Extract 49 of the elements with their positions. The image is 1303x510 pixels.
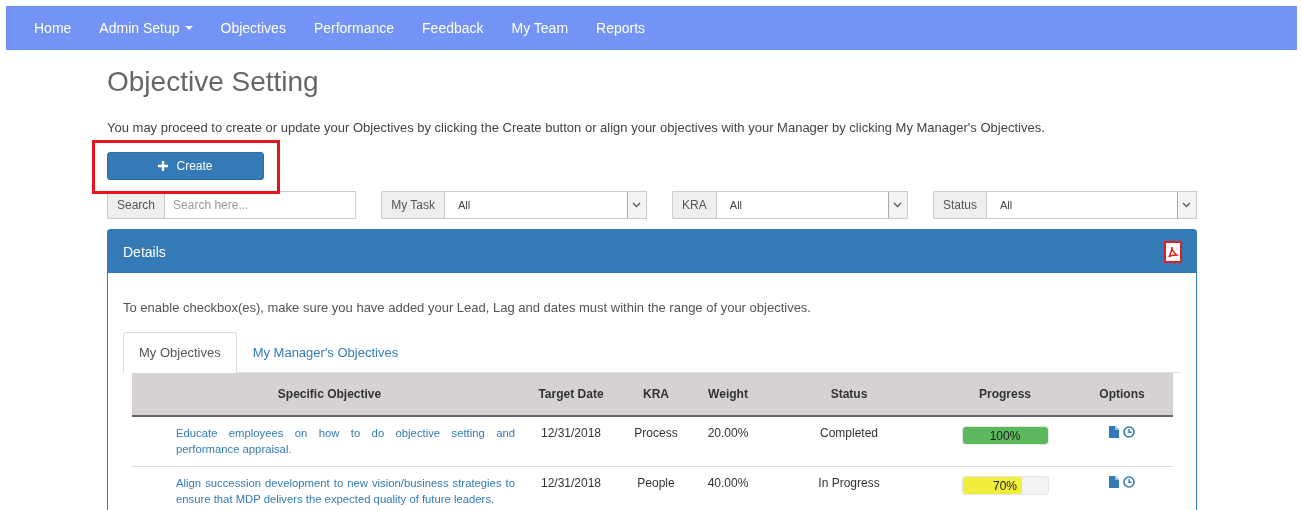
table-cell: 20.00% [697, 416, 759, 467]
table-cell: In Progress [759, 466, 939, 510]
document-icon[interactable] [1109, 476, 1119, 488]
panel-title: Details [123, 243, 166, 260]
table-cell: Process [615, 416, 697, 467]
info-text: To enable checkbox(es), make sure you have added your Lead, Lag and dates must within the range of your objectives. [123, 300, 812, 315]
progress-text: 70% [992, 477, 1018, 494]
chevron-down-icon [1182, 202, 1192, 208]
column-header: Progress [939, 373, 1071, 416]
filter-select[interactable]: All [443, 191, 647, 219]
objective-link[interactable]: Align succession development to new vision/business strategies to ensure that MDP delivers the expected quality of future leaders. [132, 466, 527, 510]
filter-label: My Task [381, 191, 444, 219]
objective-link[interactable]: Educate employees on how to do objective setting and performance appraisal. [132, 416, 527, 467]
column-header: Specific Objective [132, 373, 527, 416]
pdf-icon[interactable] [1164, 240, 1182, 263]
create-button[interactable]: Create [107, 152, 264, 180]
document-icon[interactable] [1109, 426, 1119, 438]
table-cell: People [615, 466, 697, 510]
plus-icon [158, 161, 169, 171]
column-header: KRA [615, 373, 697, 416]
progress-text: 100% [988, 427, 1022, 444]
tab[interactable]: My Objectives [123, 332, 237, 373]
nav-link[interactable]: Objectives [206, 20, 300, 36]
tab[interactable]: My Manager's Objectives [236, 332, 415, 373]
column-header: Target Date [527, 373, 615, 416]
column-header: Status [759, 373, 939, 416]
table-cell: 12/31/2018 [527, 416, 615, 467]
column-header: Options [1071, 373, 1173, 416]
filter-label: Status [932, 191, 986, 219]
chevron-down-icon [632, 202, 642, 208]
page-title: Objective Setting [107, 66, 320, 98]
filter-select[interactable]: All [985, 191, 1197, 219]
intro-text: You may proceed to create or update your Objectives by clicking the Create button or align your objectives with your Manager by clicking My Manager's Objectives. [107, 120, 1046, 135]
chevron-down-icon [893, 202, 903, 208]
nav-link[interactable]: Admin Setup [85, 20, 207, 36]
table-cell: 12/31/2018 [527, 466, 615, 510]
table-cell: 40.00% [697, 466, 759, 510]
nav-link[interactable]: Feedback [408, 20, 498, 36]
nav-link[interactable]: Reports [582, 20, 660, 36]
column-header: Weight [697, 373, 759, 416]
search-field[interactable]: Search here... [164, 191, 357, 219]
filter-label: KRA [672, 191, 716, 219]
clock-icon[interactable] [1123, 426, 1135, 438]
nav-link[interactable]: Performance [299, 20, 409, 36]
nav-link[interactable]: My Team [497, 20, 583, 36]
clock-icon[interactable] [1123, 476, 1135, 488]
table-cell: Completed [759, 416, 939, 467]
filter-select[interactable]: All [715, 191, 908, 219]
nav-link[interactable]: Home [20, 20, 86, 36]
